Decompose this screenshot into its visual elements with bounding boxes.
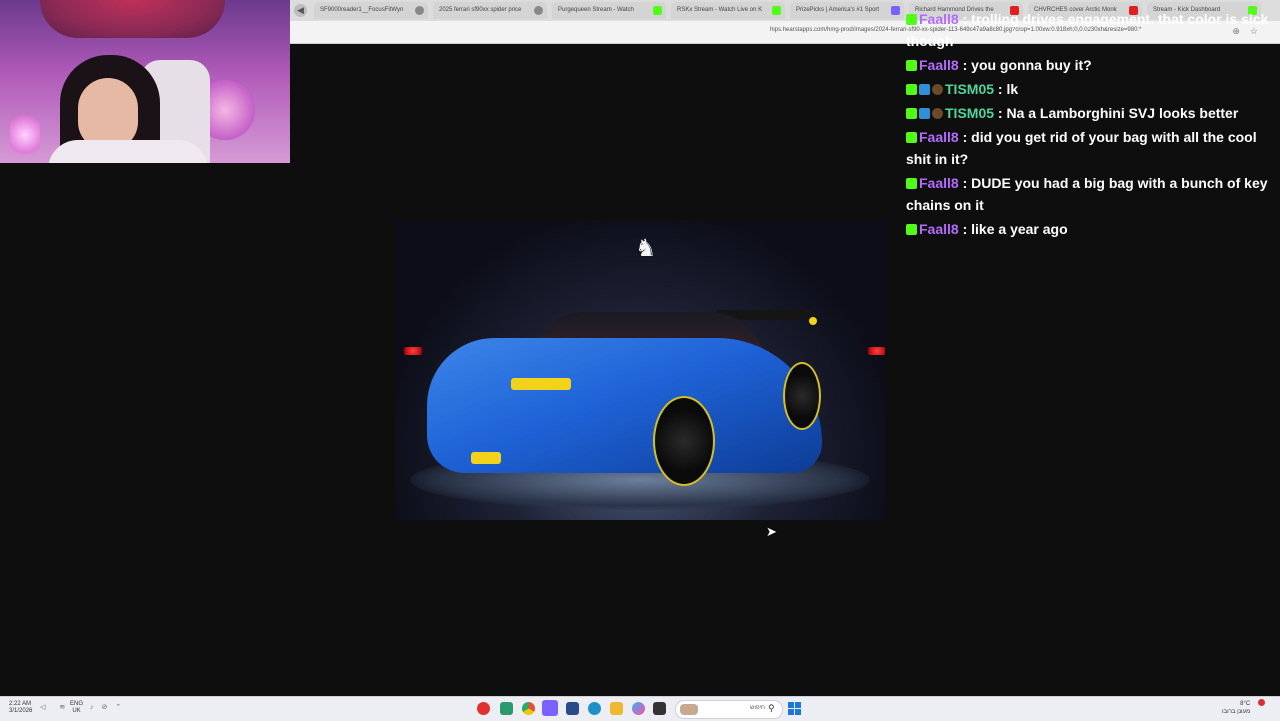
- chat-message: Faall8 : DUDE you had a big bag with a b…: [906, 172, 1274, 216]
- other-favicon-icon: [415, 6, 424, 15]
- weather-temperature: 8°C: [1240, 701, 1251, 707]
- chat-username[interactable]: Faall8: [919, 129, 959, 145]
- discord-icon[interactable]: [542, 700, 558, 716]
- front-wheel: [653, 396, 715, 486]
- chat-separator: :: [958, 129, 972, 145]
- kick-badge-icon: [906, 108, 917, 119]
- app-icon-9[interactable]: [653, 702, 666, 715]
- tab-title: Purgequeen Stream - Watch: [558, 7, 634, 13]
- light-decoration: [10, 110, 40, 160]
- chat-username[interactable]: Faall8: [919, 221, 959, 237]
- browser-tab[interactable]: Purgequeen Stream - Watch: [552, 2, 666, 19]
- chat-message: TISM05 : Na a Lamborghini SVJ looks bett…: [906, 102, 1274, 124]
- chat-message: Faall8 : you gonna buy it?: [906, 54, 1274, 76]
- chat-separator: :: [958, 175, 972, 191]
- chat-separator: :: [958, 11, 972, 27]
- notification-icon[interactable]: [1258, 699, 1265, 706]
- chat-separator: :: [994, 81, 1007, 97]
- chat-overlay: Faall8 : trolling drives engagement. tha…: [906, 8, 1274, 242]
- windows-start-icon[interactable]: [788, 702, 801, 715]
- tray-icons-right[interactable]: ♪⊘⌃: [90, 703, 129, 711]
- taskbar-search-box[interactable]: חיפוש ⚲: [675, 700, 783, 719]
- copilot-icon[interactable]: [632, 702, 645, 715]
- mouse-cursor-icon: ➤: [766, 524, 777, 539]
- chat-separator: :: [958, 57, 972, 73]
- kick-badge-icon: [906, 178, 917, 189]
- tab-title: PrizePicks | America's #1 Sport: [796, 7, 880, 13]
- language-code: ENG: [70, 701, 84, 707]
- wall-fan-decoration: [40, 0, 225, 38]
- language-indicator[interactable]: ENG UK: [70, 701, 83, 715]
- browser-tab[interactable]: 2025 ferrari sf90xx spider price: [433, 2, 547, 19]
- chat-separator: :: [994, 105, 1007, 121]
- chat-username[interactable]: TISM05: [945, 105, 994, 121]
- clock-time: 2:22 AM: [9, 701, 32, 707]
- chat-message: Faall8 : trolling drives engagement. tha…: [906, 8, 1274, 52]
- clock-date: 3/1/2026: [9, 708, 33, 714]
- chat-username[interactable]: TISM05: [945, 81, 994, 97]
- kick-badge-icon: [906, 14, 917, 25]
- streamer-shirt: [48, 140, 208, 163]
- chat-message: Faall8 : like a year ago: [906, 218, 1274, 240]
- app-icon-5[interactable]: [566, 702, 579, 715]
- chat-text: Na a Lamborghini SVJ looks better: [1006, 105, 1239, 121]
- language-region: UK: [72, 708, 81, 714]
- browser-tab[interactable]: SF9000reader1__FocusFitWyn: [314, 2, 428, 19]
- back-arrow-icon[interactable]: ◀: [294, 4, 307, 17]
- weather-widget[interactable]: 8°C מעונן ברובו: [1222, 700, 1250, 716]
- chat-username[interactable]: Faall8: [919, 57, 959, 73]
- kick-badge-icon: [906, 60, 917, 71]
- tray-icons-left[interactable]: ◁ ≋: [40, 703, 71, 711]
- verified-badge-icon: [919, 108, 930, 119]
- chat-username[interactable]: Faall8: [919, 175, 959, 191]
- red-light-right: [863, 347, 885, 355]
- windows-taskbar: 2:22 AM 3/1/2026 ◁ ≋ ENG UK ♪⊘⌃ חיפוש ⚲ …: [0, 696, 1280, 721]
- yellow-wing-accent: [809, 317, 817, 325]
- tab-title: 2025 ferrari sf90xx spider price: [439, 7, 522, 13]
- prancing-horse-logo: ♞: [635, 235, 657, 262]
- kick-badge-icon: [906, 84, 917, 95]
- ferrari-image: ♞: [395, 220, 885, 520]
- chrome-icon[interactable]: [522, 702, 535, 715]
- app-icon-1[interactable]: [477, 702, 490, 715]
- pp-favicon-icon: [891, 6, 900, 15]
- chat-username[interactable]: Faall8: [919, 11, 959, 27]
- kick-badge-icon: [906, 224, 917, 235]
- app-icon-2[interactable]: [500, 702, 513, 715]
- chat-message: TISM05 : lk: [906, 78, 1274, 100]
- search-highlight-image: [680, 704, 698, 715]
- red-light-left: [399, 347, 427, 355]
- clock[interactable]: 2:22 AM 3/1/2026: [9, 701, 32, 715]
- search-placeholder: חיפוש: [750, 705, 765, 711]
- tab-title: RSKx Stream - Watch Live on K: [677, 7, 763, 13]
- chat-message: Faall8 : did you get rid of your bag wit…: [906, 126, 1274, 170]
- kick-favicon-icon: [772, 6, 781, 15]
- edge-icon[interactable]: [588, 702, 601, 715]
- browser-tab[interactable]: PrizePicks | America's #1 Sport: [790, 2, 904, 19]
- file-explorer-icon[interactable]: [610, 702, 623, 715]
- chat-text: like a year ago: [971, 221, 1068, 237]
- ball-badge-icon: [932, 108, 943, 119]
- weather-description: מעונן ברובו: [1222, 709, 1251, 715]
- kick-badge-icon: [906, 132, 917, 143]
- yellow-hood-vents: [511, 378, 571, 390]
- verified-badge-icon: [919, 84, 930, 95]
- chat-separator: :: [958, 221, 972, 237]
- kick-favicon-icon: [653, 6, 662, 15]
- chat-text: you gonna buy it?: [971, 57, 1092, 73]
- search-icon: ⚲: [768, 703, 775, 713]
- browser-tab[interactable]: RSKx Stream - Watch Live on K: [671, 2, 785, 19]
- other-favicon-icon: [534, 6, 543, 15]
- tab-title: SF9000reader1__FocusFitWyn: [320, 7, 404, 13]
- rear-wheel: [783, 362, 821, 430]
- yellow-front-lip: [471, 452, 501, 464]
- webcam-overlay: [0, 0, 290, 163]
- chat-text: lk: [1006, 81, 1019, 97]
- ball-badge-icon: [932, 84, 943, 95]
